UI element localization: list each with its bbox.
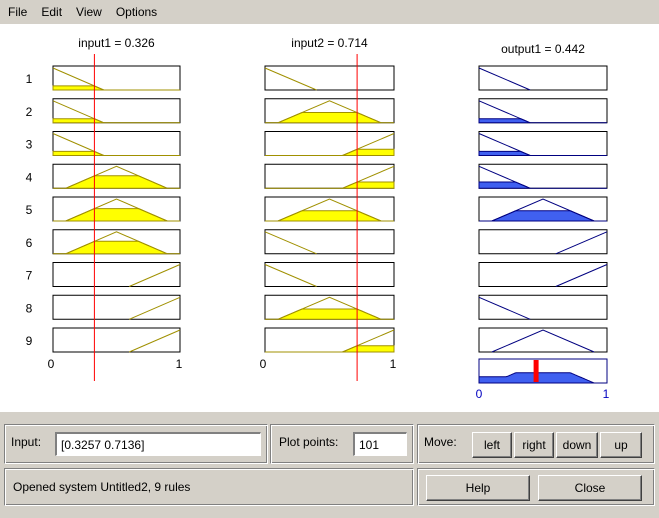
rule-plots: input1 = 0.326 input2 = 0.714 output1 = 0.… <box>26 36 610 401</box>
close-button[interactable]: Close <box>538 475 642 501</box>
input1-tick-max: 1 <box>176 357 183 371</box>
move-label: Move: <box>424 435 457 449</box>
menu-options[interactable]: Options <box>109 0 164 24</box>
input1-tick-min: 0 <box>48 357 55 371</box>
rule-6-input2-box <box>264 229 395 255</box>
rule-number-2: 2 <box>26 105 33 119</box>
input-vector-field[interactable] <box>55 432 261 456</box>
rule-viewer-area: input1 = 0.326 input2 = 0.714 output1 = 0.… <box>0 24 659 412</box>
rule-9-input1-box <box>52 327 181 353</box>
rule-8-input1-box <box>52 294 181 320</box>
input-frame: Input: <box>4 424 268 464</box>
input-label: Input: <box>11 435 42 449</box>
move-right-button[interactable]: right <box>514 432 554 458</box>
plot-points-field[interactable] <box>353 432 407 456</box>
rule-number-1: 1 <box>26 72 33 86</box>
status-text: Opened system Untitled2, 9 rules <box>13 480 191 494</box>
move-left-button[interactable]: left <box>472 432 512 458</box>
rule-number-4: 4 <box>26 170 33 184</box>
rule-7-output1-box <box>478 262 608 287</box>
control-panel: Input: Plot points: Move: left right dow… <box>0 412 659 518</box>
input2-header: input2 = 0.714 <box>291 36 368 50</box>
menu-view[interactable]: View <box>69 0 109 24</box>
input2-tick-min: 0 <box>260 357 267 371</box>
move-up-button[interactable]: up <box>600 432 642 458</box>
move-down-button[interactable]: down <box>556 432 598 458</box>
input1-header: input1 = 0.326 <box>78 36 155 50</box>
menu-bar: File Edit View Options <box>0 0 659 24</box>
rule-1-output1-box <box>478 65 608 91</box>
status-frame: Opened system Untitled2, 9 rules <box>4 468 414 506</box>
menu-file[interactable]: File <box>0 0 34 24</box>
rule-9-output1-box <box>478 327 608 353</box>
rule-1-input2-box <box>264 65 395 91</box>
move-frame: Move: left right down up <box>417 424 655 464</box>
rule-number-6: 6 <box>26 236 33 250</box>
help-button[interactable]: Help <box>426 475 530 501</box>
rule-number-3: 3 <box>26 138 33 152</box>
input2-tick-max: 1 <box>390 357 397 371</box>
output1-header: output1 = 0.442 <box>501 42 585 56</box>
rule-number-8: 8 <box>26 301 33 315</box>
plot-points-frame: Plot points: <box>270 424 414 464</box>
action-frame: Help Close <box>417 468 655 506</box>
rule-8-output1-box <box>478 294 608 320</box>
output1-tick-max: 1 <box>603 387 610 401</box>
output1-tick-min: 0 <box>476 387 483 401</box>
rule-number-7: 7 <box>26 269 33 283</box>
rule-number-9: 9 <box>26 334 33 348</box>
rule-7-input1-box <box>52 262 181 287</box>
output1-value-marker <box>533 360 539 382</box>
menu-edit[interactable]: Edit <box>34 0 69 24</box>
rule-number-5: 5 <box>26 203 33 217</box>
plot-points-label: Plot points: <box>279 435 339 449</box>
rule-6-output1-box <box>478 229 608 255</box>
rule-7-input2-box <box>264 262 395 287</box>
